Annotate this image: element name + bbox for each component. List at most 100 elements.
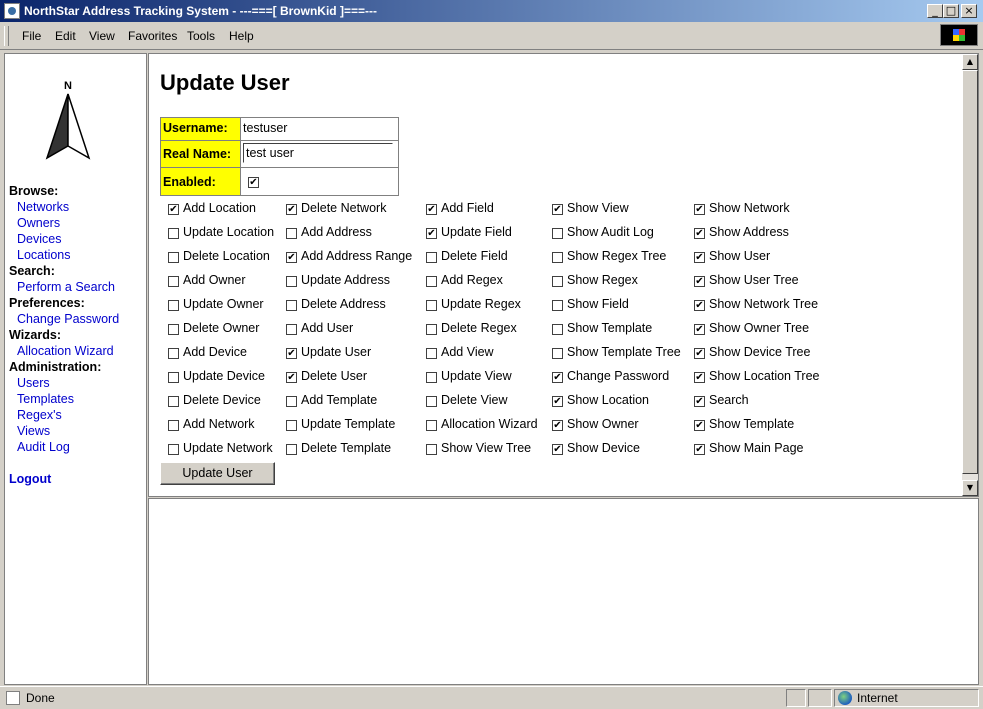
perm-checkbox-show-template[interactable]: ✔ xyxy=(694,420,705,431)
main-scrollbar[interactable]: ▲ ▼ xyxy=(962,54,978,496)
perm-checkbox-update-view[interactable] xyxy=(426,372,437,383)
perm-checkbox-add-address-range[interactable]: ✔ xyxy=(286,252,297,263)
perm-checkbox-show-regex-tree[interactable] xyxy=(552,252,563,263)
update-user-button[interactable]: Update User xyxy=(160,462,275,485)
nav-link-change-password[interactable]: Change Password xyxy=(17,312,119,326)
perm-checkbox-add-field[interactable]: ✔ xyxy=(426,204,437,215)
perm-checkbox-add-device[interactable] xyxy=(168,348,179,359)
nav-link-networks[interactable]: Networks xyxy=(17,200,69,214)
perm-label-delete-template: Delete Template xyxy=(301,441,392,455)
perm-checkbox-delete-device[interactable] xyxy=(168,396,179,407)
perm-checkbox-update-network[interactable] xyxy=(168,444,179,455)
perm-checkbox-show-network-tree[interactable]: ✔ xyxy=(694,300,705,311)
nav-link-templates[interactable]: Templates xyxy=(17,392,74,406)
perm-checkbox-update-location[interactable] xyxy=(168,228,179,239)
window-title: NorthStar Address Tracking System - ---=… xyxy=(24,4,377,18)
perm-label-delete-location: Delete Location xyxy=(183,249,270,263)
menu-edit[interactable]: Edit xyxy=(55,29,76,43)
perm-checkbox-delete-user[interactable]: ✔ xyxy=(286,372,297,383)
menu-help[interactable]: Help xyxy=(229,29,254,43)
scroll-down-arrow-icon[interactable]: ▼ xyxy=(962,480,978,496)
perm-checkbox-show-location-tree[interactable]: ✔ xyxy=(694,372,705,383)
perm-checkbox-delete-network[interactable]: ✔ xyxy=(286,204,297,215)
perm-checkbox-show-user[interactable]: ✔ xyxy=(694,252,705,263)
perm-checkbox-show-template-tree[interactable] xyxy=(552,348,563,359)
perm-label-show-main-page: Show Main Page xyxy=(709,441,804,455)
perm-checkbox-delete-template[interactable] xyxy=(286,444,297,455)
perm-checkbox-delete-address[interactable] xyxy=(286,300,297,311)
nav-link-locations[interactable]: Locations xyxy=(17,248,71,262)
perm-checkbox-delete-owner[interactable] xyxy=(168,324,179,335)
nav-link-allocation-wizard[interactable]: Allocation Wizard xyxy=(17,344,114,358)
menu-tools[interactable]: Tools xyxy=(187,29,215,43)
realname-input[interactable] xyxy=(243,143,393,163)
perm-checkbox-show-regex[interactable] xyxy=(552,276,563,287)
nav-frame: N Browse: Networks Owners Devices Locati… xyxy=(4,53,147,685)
perm-checkbox-add-view[interactable] xyxy=(426,348,437,359)
perm-checkbox-show-owner[interactable]: ✔ xyxy=(552,420,563,431)
perm-checkbox-add-regex[interactable] xyxy=(426,276,437,287)
perm-checkbox-show-main-page[interactable]: ✔ xyxy=(694,444,705,455)
perm-checkbox-show-view[interactable]: ✔ xyxy=(552,204,563,215)
perm-checkbox-show-owner-tree[interactable]: ✔ xyxy=(694,324,705,335)
nav-link-audit-log[interactable]: Audit Log xyxy=(17,440,70,454)
nav-link-views[interactable]: Views xyxy=(17,424,50,438)
perm-checkbox-update-address[interactable] xyxy=(286,276,297,287)
perm-checkbox-add-user[interactable] xyxy=(286,324,297,335)
nav-link-owners[interactable]: Owners xyxy=(17,216,60,230)
perm-label-add-field: Add Field xyxy=(441,201,494,215)
perm-label-show-view: Show View xyxy=(567,201,629,215)
perm-checkbox-update-device[interactable] xyxy=(168,372,179,383)
perm-checkbox-add-location[interactable]: ✔ xyxy=(168,204,179,215)
perm-checkbox-show-network[interactable]: ✔ xyxy=(694,204,705,215)
perm-checkbox-show-location[interactable]: ✔ xyxy=(552,396,563,407)
perm-checkbox-show-template[interactable] xyxy=(552,324,563,335)
perm-checkbox-update-owner[interactable] xyxy=(168,300,179,311)
perm-label-add-owner: Add Owner xyxy=(183,273,246,287)
perm-checkbox-show-field[interactable] xyxy=(552,300,563,311)
minimize-button[interactable]: _ xyxy=(927,4,943,18)
perm-checkbox-show-address[interactable]: ✔ xyxy=(694,228,705,239)
maximize-button[interactable]: □ xyxy=(943,4,959,18)
perm-checkbox-delete-regex[interactable] xyxy=(426,324,437,335)
perm-checkbox-show-user-tree[interactable]: ✔ xyxy=(694,276,705,287)
perm-label-allocation-wizard: Allocation Wizard xyxy=(441,417,538,431)
perm-checkbox-add-template[interactable] xyxy=(286,396,297,407)
scroll-up-arrow-icon[interactable]: ▲ xyxy=(962,54,978,70)
menu-file[interactable]: File xyxy=(22,29,41,43)
perm-checkbox-show-audit-log[interactable] xyxy=(552,228,563,239)
perm-label-show-regex-tree: Show Regex Tree xyxy=(567,249,667,263)
perm-label-update-device: Update Device xyxy=(183,369,265,383)
logout-link[interactable]: Logout xyxy=(9,472,51,486)
menu-favorites[interactable]: Favorites xyxy=(128,29,177,43)
perm-checkbox-delete-field[interactable] xyxy=(426,252,437,263)
perm-label-show-device-tree: Show Device Tree xyxy=(709,345,811,359)
perm-checkbox-show-device-tree[interactable]: ✔ xyxy=(694,348,705,359)
menu-view[interactable]: View xyxy=(89,29,115,43)
nav-link-regexes[interactable]: Regex's xyxy=(17,408,62,422)
nav-link-devices[interactable]: Devices xyxy=(17,232,61,246)
perm-label-delete-owner: Delete Owner xyxy=(183,321,260,335)
perm-checkbox-delete-view[interactable] xyxy=(426,396,437,407)
perm-checkbox-update-regex[interactable] xyxy=(426,300,437,311)
bottom-frame xyxy=(148,498,979,685)
enabled-checkbox[interactable]: ✔ xyxy=(248,177,259,188)
perm-checkbox-change-password[interactable]: ✔ xyxy=(552,372,563,383)
perm-checkbox-update-user[interactable]: ✔ xyxy=(286,348,297,359)
perm-checkbox-add-network[interactable] xyxy=(168,420,179,431)
perm-checkbox-show-view-tree[interactable] xyxy=(426,444,437,455)
perm-checkbox-search[interactable]: ✔ xyxy=(694,396,705,407)
perm-checkbox-update-field[interactable]: ✔ xyxy=(426,228,437,239)
perm-checkbox-delete-location[interactable] xyxy=(168,252,179,263)
perm-checkbox-show-device[interactable]: ✔ xyxy=(552,444,563,455)
toolbar-grip[interactable] xyxy=(4,26,9,46)
nav-link-perform-search[interactable]: Perform a Search xyxy=(17,280,115,294)
perm-checkbox-add-owner[interactable] xyxy=(168,276,179,287)
scroll-thumb[interactable] xyxy=(962,70,978,474)
nav-link-users[interactable]: Users xyxy=(17,376,50,390)
close-button[interactable]: × xyxy=(961,4,977,18)
perm-checkbox-add-address[interactable] xyxy=(286,228,297,239)
realname-label: Real Name: xyxy=(160,140,241,168)
perm-checkbox-update-template[interactable] xyxy=(286,420,297,431)
perm-checkbox-allocation-wizard[interactable] xyxy=(426,420,437,431)
